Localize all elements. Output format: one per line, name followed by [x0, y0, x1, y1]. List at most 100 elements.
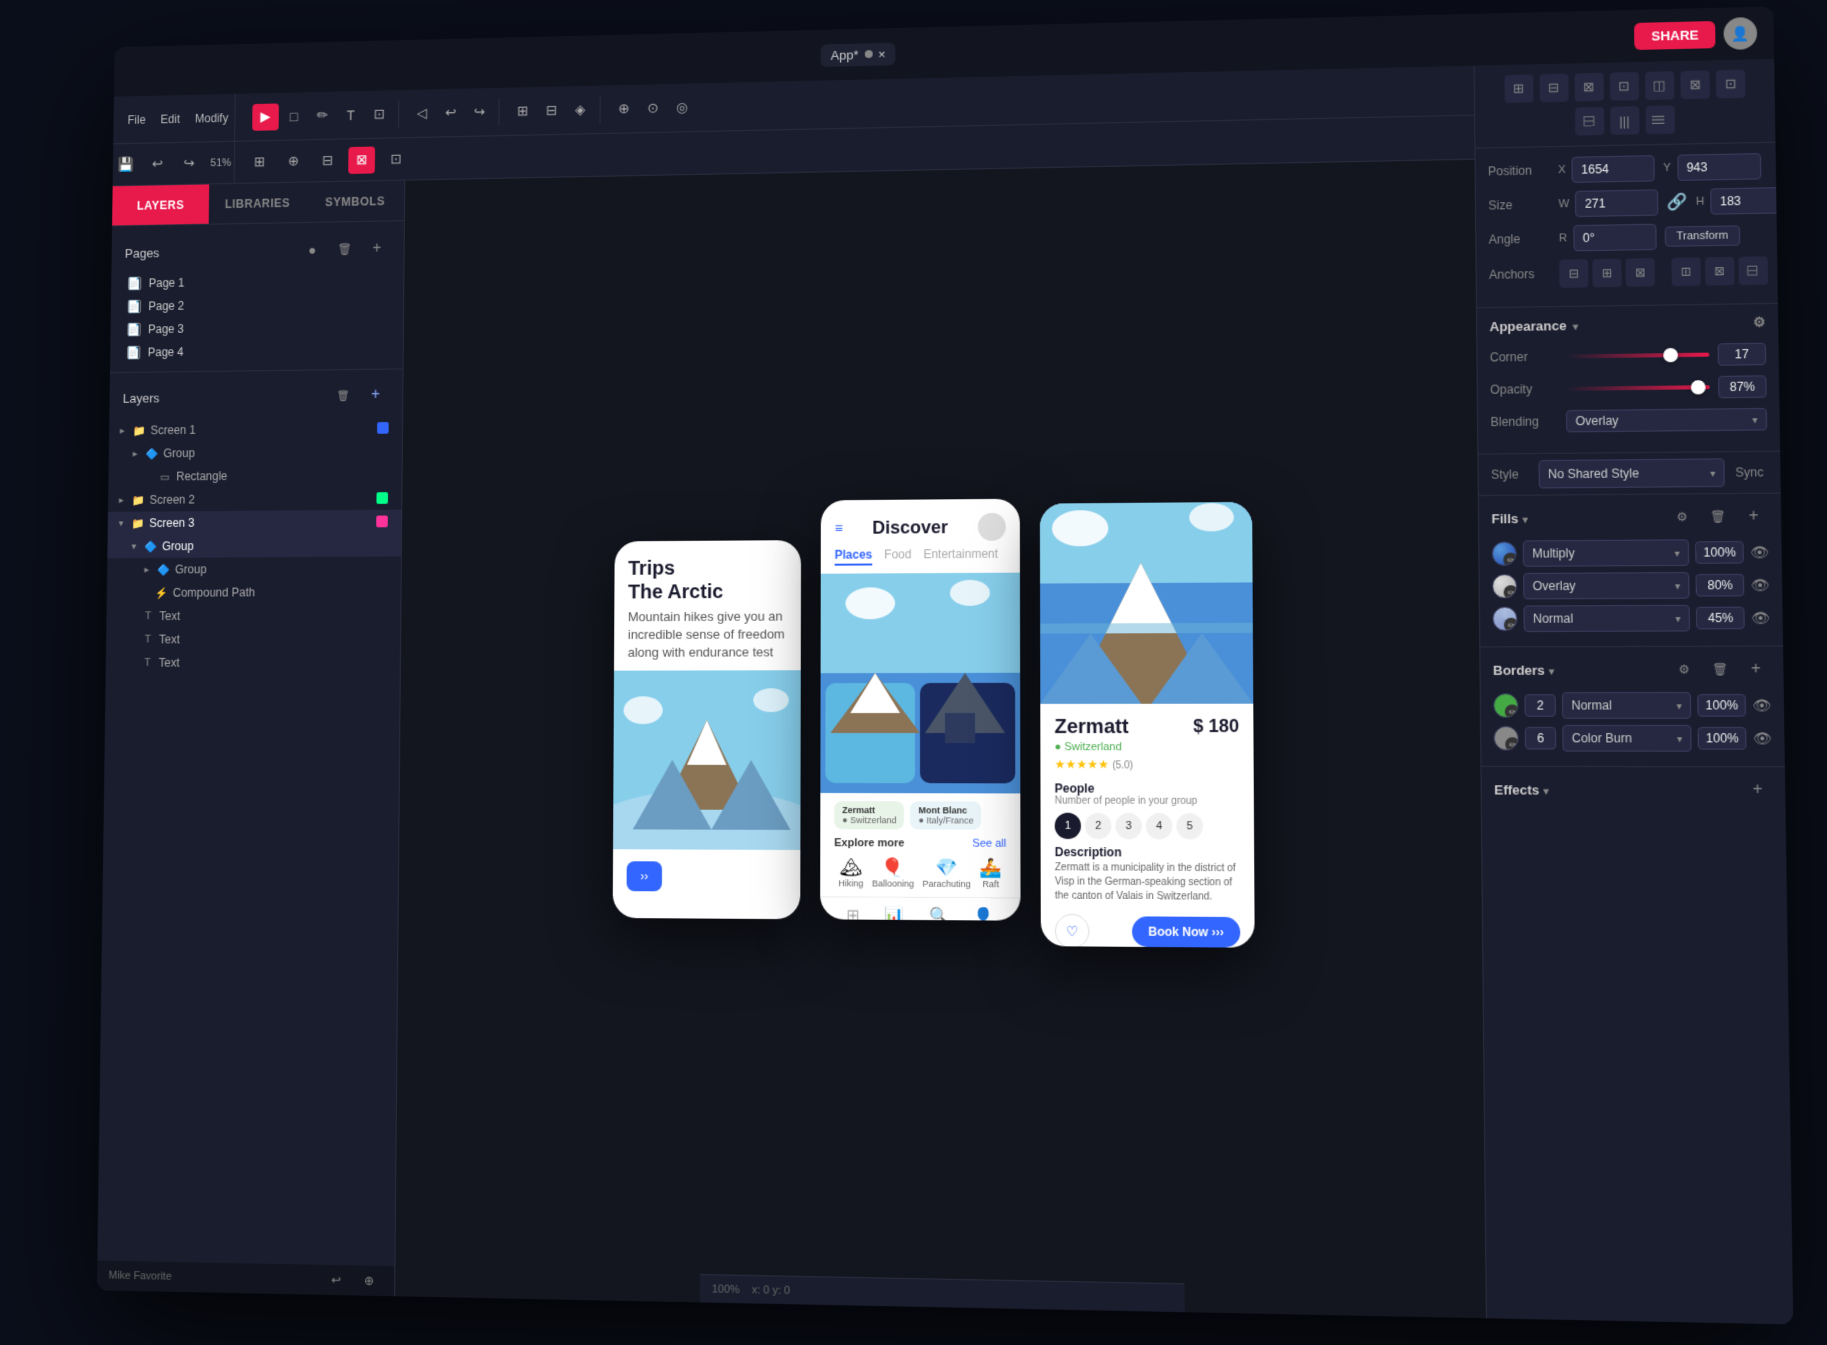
align-distribute-h[interactable]: |||: [1610, 106, 1639, 135]
position-y-input[interactable]: 943: [1677, 153, 1761, 181]
menu-edit[interactable]: Edit: [156, 109, 185, 129]
layer-text1[interactable]: T Text: [106, 603, 400, 628]
status-btn1[interactable]: ↩: [322, 1266, 349, 1295]
transform-button[interactable]: Transform: [1665, 225, 1740, 246]
border-mode-2[interactable]: Color Burn: [1562, 725, 1692, 752]
tab-libraries[interactable]: LIBRARIES: [209, 183, 307, 224]
redo-btn[interactable]: ↪: [176, 150, 202, 177]
align-bottom[interactable]: ◫: [1574, 107, 1603, 136]
style-sync-btn[interactable]: Sync: [1731, 465, 1768, 480]
fill-eye-1[interactable]: 👁: [1750, 543, 1769, 561]
shape-tool[interactable]: □: [281, 102, 308, 129]
tab-layers[interactable]: LAYERS: [112, 184, 209, 225]
phone3-book-btn[interactable]: Book Now ›››: [1132, 916, 1240, 947]
lock-ratio-btn[interactable]: 🔗: [1667, 192, 1688, 213]
grid-tool[interactable]: ⊟: [314, 147, 341, 174]
fill-percent-2[interactable]: 80%: [1696, 574, 1745, 597]
save-btn[interactable]: 💾: [113, 151, 139, 178]
snap-tool[interactable]: ⊠: [348, 146, 375, 173]
fill-edit-1[interactable]: ✏: [1503, 553, 1517, 566]
select-tool[interactable]: ▶: [252, 103, 279, 130]
border-percent-2[interactable]: 100%: [1698, 727, 1747, 750]
anchor-btn-5[interactable]: ⊠: [1705, 257, 1735, 286]
menu-file[interactable]: File: [123, 110, 151, 130]
zoom-display[interactable]: 51%: [208, 149, 234, 176]
flip-tool[interactable]: ◁: [409, 99, 436, 127]
layer-group1[interactable]: 🔷 Group: [109, 439, 402, 465]
symbol-tool[interactable]: ◈: [567, 96, 594, 124]
align-right[interactable]: ◫: [1645, 71, 1674, 100]
fill-percent-3[interactable]: 45%: [1696, 607, 1745, 630]
border-width-2[interactable]: 6: [1525, 727, 1557, 750]
corner-value[interactable]: 17: [1718, 343, 1767, 366]
fill-eye-3[interactable]: 👁: [1751, 609, 1770, 627]
border-percent-1[interactable]: 100%: [1697, 694, 1746, 717]
pen-tool[interactable]: ✏: [309, 102, 336, 129]
canvas-area[interactable]: TripsThe Arctic Mountain hikes give you …: [395, 160, 1486, 1319]
border-edit-2[interactable]: ✏: [1505, 737, 1519, 750]
num-btn-3[interactable]: 3: [1115, 813, 1141, 839]
corner-slider[interactable]: [1565, 353, 1709, 359]
layers-add-btn[interactable]: +: [362, 381, 389, 409]
num-btn-2[interactable]: 2: [1085, 813, 1111, 839]
border-preview-1[interactable]: ✏: [1493, 693, 1518, 718]
guide-tool[interactable]: ⊡: [382, 145, 409, 173]
borders-settings-btn[interactable]: ⚙: [1669, 655, 1699, 684]
align-top[interactable]: ⊠: [1680, 70, 1710, 99]
share-tool[interactable]: ◎: [668, 94, 695, 122]
fill-mode-2[interactable]: Overlay: [1523, 572, 1690, 599]
app-tab[interactable]: App* ×: [821, 42, 896, 66]
menu-modify[interactable]: Modify: [190, 108, 233, 128]
copy-tool[interactable]: ⊙: [639, 94, 666, 122]
opacity-value[interactable]: 87%: [1718, 375, 1767, 398]
layer-text3[interactable]: T Text: [106, 650, 400, 674]
pages-delete-btn[interactable]: 🗑: [331, 235, 358, 262]
opacity-slider[interactable]: [1566, 385, 1710, 391]
image-tool[interactable]: ⊡: [366, 100, 393, 128]
layer-group3[interactable]: 🔷 Group: [107, 556, 401, 581]
anchor-btn-1[interactable]: ⊟: [1559, 259, 1588, 288]
fills-delete-btn[interactable]: 🗑: [1703, 502, 1733, 531]
layer-group2[interactable]: 🔷 Group: [107, 533, 401, 558]
phone3-heart-btn[interactable]: ♡: [1055, 914, 1090, 948]
align-center-v[interactable]: ⊡: [1715, 70, 1745, 99]
fill-preview-1[interactable]: ✏: [1492, 541, 1517, 566]
align-left[interactable]: ⊠: [1574, 73, 1603, 102]
num-btn-4[interactable]: 4: [1146, 813, 1173, 839]
layer-rect[interactable]: ▭ Rectangle: [108, 463, 401, 489]
layer-screen1[interactable]: 📁 Screen 1: [109, 416, 402, 442]
tab-symbols[interactable]: SYMBOLS: [306, 181, 404, 222]
layer-screen3[interactable]: 📁 Screen 3: [108, 510, 402, 535]
arrange-tool[interactable]: ⊞: [509, 97, 536, 125]
num-btn-5[interactable]: 5: [1176, 813, 1203, 839]
position-x-input[interactable]: 1654: [1572, 155, 1655, 183]
export-tool[interactable]: ⊕: [610, 95, 637, 123]
zoom-tool[interactable]: ⊕: [280, 147, 307, 174]
share-button[interactable]: SHARE: [1635, 20, 1716, 49]
page-item-4[interactable]: 📄 Page 4: [123, 338, 389, 365]
anchor-btn-3[interactable]: ⊠: [1626, 258, 1656, 287]
anchor-btn-2[interactable]: ⊞: [1592, 259, 1621, 288]
mask-tool[interactable]: ⊟: [538, 97, 565, 125]
layers-delete-btn[interactable]: 🗑: [330, 382, 357, 409]
fill-eye-2[interactable]: 👁: [1751, 576, 1770, 594]
fill-mode-1[interactable]: Multiply: [1523, 539, 1690, 567]
layer-text2[interactable]: T Text: [106, 627, 400, 651]
border-width-1[interactable]: 2: [1524, 694, 1556, 717]
borders-delete-btn[interactable]: 🗑: [1705, 655, 1735, 684]
borders-add-btn[interactable]: +: [1741, 655, 1771, 684]
layer-compound-path[interactable]: ⚡ Compound Path: [107, 580, 401, 605]
pages-add-btn[interactable]: +: [363, 235, 390, 263]
align-col-1[interactable]: ⊞: [1504, 74, 1533, 103]
undo-tool[interactable]: ↩: [437, 99, 464, 127]
effects-add-btn[interactable]: +: [1743, 775, 1773, 804]
style-select[interactable]: No Shared Style: [1539, 458, 1726, 488]
undo-btn[interactable]: ↩: [144, 150, 170, 177]
angle-r-input[interactable]: 0°: [1573, 224, 1656, 252]
border-mode-1[interactable]: Normal: [1562, 692, 1691, 719]
align-distribute-v[interactable]: |||: [1645, 105, 1674, 134]
border-eye-2[interactable]: 👁: [1753, 730, 1772, 748]
border-edit-1[interactable]: ✏: [1505, 704, 1519, 717]
anchor-btn-6[interactable]: ◫: [1738, 256, 1768, 285]
avatar[interactable]: 👤: [1723, 17, 1757, 50]
